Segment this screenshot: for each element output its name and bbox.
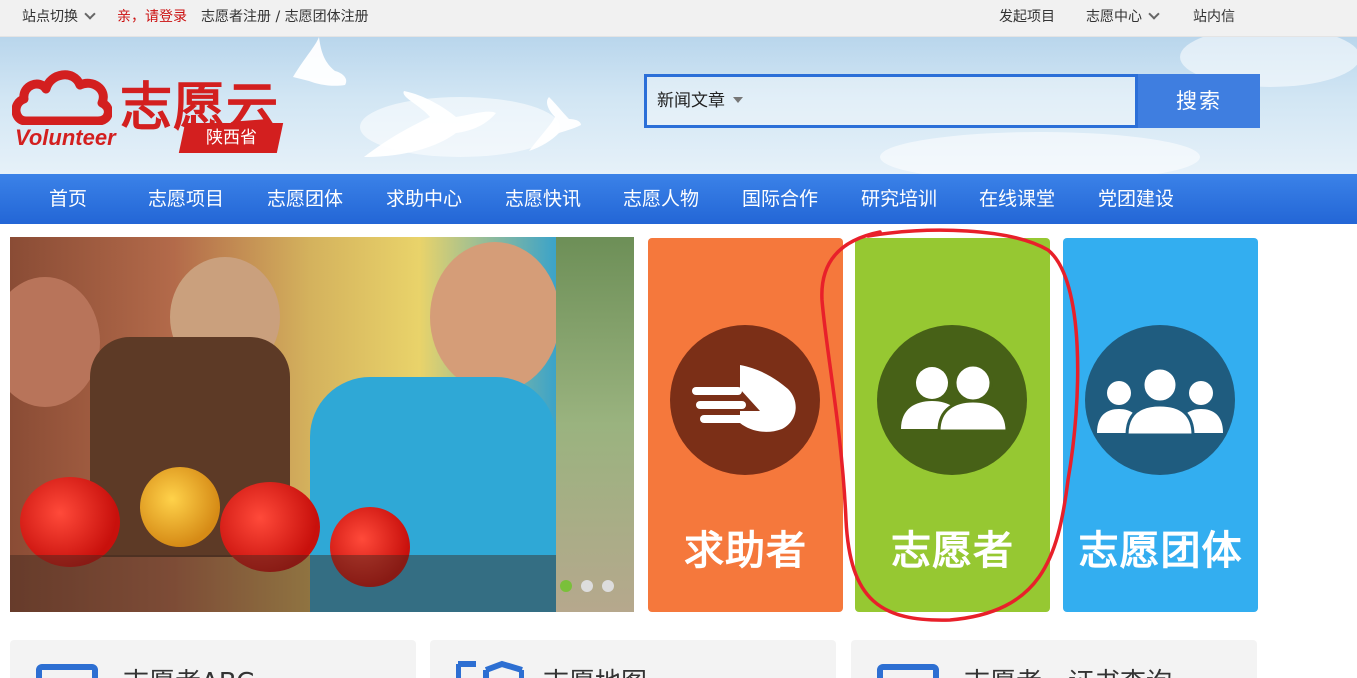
site-switch-label: 站点切换 bbox=[22, 9, 78, 25]
nav-item-online-class[interactable]: 在线课堂 bbox=[979, 174, 1055, 224]
site-logo[interactable]: 志愿云 Volunteer 陕西省 bbox=[12, 63, 292, 158]
carousel-side-photo bbox=[556, 237, 634, 612]
nav-item-news[interactable]: 志愿快讯 bbox=[505, 174, 581, 224]
tile-help-seeker-circle bbox=[670, 325, 820, 475]
nav-item-projects[interactable]: 志愿项目 bbox=[148, 174, 224, 224]
tile-help-seeker-label: 求助者 bbox=[684, 528, 807, 574]
map-icon bbox=[456, 660, 524, 678]
nav-item-people[interactable]: 志愿人物 bbox=[623, 174, 699, 224]
tile-help-seeker[interactable]: 求助者 bbox=[648, 238, 843, 612]
dove-icon bbox=[293, 37, 347, 86]
volunteer-center-label: 志愿中心 bbox=[1086, 9, 1142, 25]
search-button[interactable]: 搜索 bbox=[1138, 74, 1260, 128]
card-volunteer-abc[interactable]: 志愿者ABC bbox=[10, 640, 416, 678]
carousel-dot[interactable] bbox=[581, 580, 593, 592]
certificate-icon bbox=[877, 664, 939, 678]
card-certificate-lookup[interactable]: 志愿者、证书查询 bbox=[851, 640, 1257, 678]
search-type-select[interactable]: 新闻文章 bbox=[657, 77, 743, 125]
logo-english: Volunteer bbox=[15, 125, 116, 150]
handshake-icon bbox=[692, 365, 796, 432]
carousel-dots bbox=[560, 577, 623, 596]
carousel-caption-bar bbox=[10, 555, 556, 612]
top-bar: 站点切换 亲，请登录 志愿者注册 / 志愿团体注册 发起项目 志愿中心 站内信 bbox=[0, 0, 1357, 37]
tile-volunteer-circle bbox=[877, 325, 1027, 475]
card-title: 志愿者ABC bbox=[123, 662, 254, 678]
tile-group-label: 志愿团体 bbox=[1078, 528, 1243, 574]
nav-item-groups[interactable]: 志愿团体 bbox=[267, 174, 343, 224]
tile-group-circle bbox=[1085, 325, 1235, 475]
carousel-dot[interactable] bbox=[560, 580, 572, 592]
volunteer-center-menu[interactable]: 志愿中心 bbox=[1086, 0, 1160, 36]
site-switch-menu[interactable]: 站点切换 bbox=[22, 0, 96, 36]
carousel-dot[interactable] bbox=[602, 580, 614, 592]
two-people-icon bbox=[901, 363, 1009, 433]
tile-volunteer-group[interactable]: 志愿团体 bbox=[1063, 238, 1258, 612]
photo-figure bbox=[10, 277, 100, 407]
nav-item-party-building[interactable]: 党团建设 bbox=[1098, 174, 1174, 224]
nav-item-training[interactable]: 研究培训 bbox=[861, 174, 937, 224]
dove-icon bbox=[364, 91, 496, 157]
chinese-knot bbox=[20, 477, 120, 567]
tile-volunteer-label: 志愿者 bbox=[891, 528, 1014, 574]
caret-down-icon bbox=[733, 97, 743, 103]
chinese-knot bbox=[140, 467, 220, 547]
province-badge: 陕西省 bbox=[178, 123, 284, 153]
header-banner: 志愿云 Volunteer 陕西省 新闻文章 搜索 bbox=[0, 37, 1357, 174]
launch-project-link[interactable]: 发起项目 bbox=[999, 0, 1055, 36]
chevron-down-icon bbox=[1148, 8, 1160, 20]
search-type-label: 新闻文章 bbox=[657, 91, 725, 111]
inbox-link[interactable]: 站内信 bbox=[1193, 0, 1235, 36]
province-label: 陕西省 bbox=[205, 128, 257, 148]
tile-volunteer[interactable]: 志愿者 bbox=[855, 238, 1050, 612]
image-carousel[interactable] bbox=[10, 237, 634, 612]
login-link[interactable]: 亲，请登录 bbox=[117, 0, 187, 36]
carousel-photo[interactable] bbox=[10, 237, 560, 612]
photo-figure bbox=[430, 242, 560, 392]
cloud-decoration bbox=[880, 132, 1200, 174]
nav-item-international[interactable]: 国际合作 bbox=[742, 174, 818, 224]
group-icon bbox=[1097, 366, 1223, 437]
dove-icon bbox=[529, 97, 581, 151]
search-input[interactable]: 新闻文章 bbox=[644, 74, 1138, 128]
register-link[interactable]: 志愿者注册 / 志愿团体注册 bbox=[201, 0, 369, 36]
card-title: 志愿者、证书查询 bbox=[964, 662, 1172, 678]
nav-item-help-center[interactable]: 求助中心 bbox=[386, 174, 462, 224]
main-nav: 首页 志愿项目 志愿团体 求助中心 志愿快讯 志愿人物 国际合作 研究培训 在线… bbox=[0, 174, 1357, 224]
monitor-icon bbox=[36, 664, 98, 678]
chevron-down-icon bbox=[84, 8, 96, 20]
nav-item-home[interactable]: 首页 bbox=[49, 174, 87, 224]
cloud-logo-icon bbox=[12, 70, 112, 125]
card-volunteer-map[interactable]: 志愿地图 bbox=[430, 640, 836, 678]
card-title: 志愿地图 bbox=[543, 662, 647, 678]
